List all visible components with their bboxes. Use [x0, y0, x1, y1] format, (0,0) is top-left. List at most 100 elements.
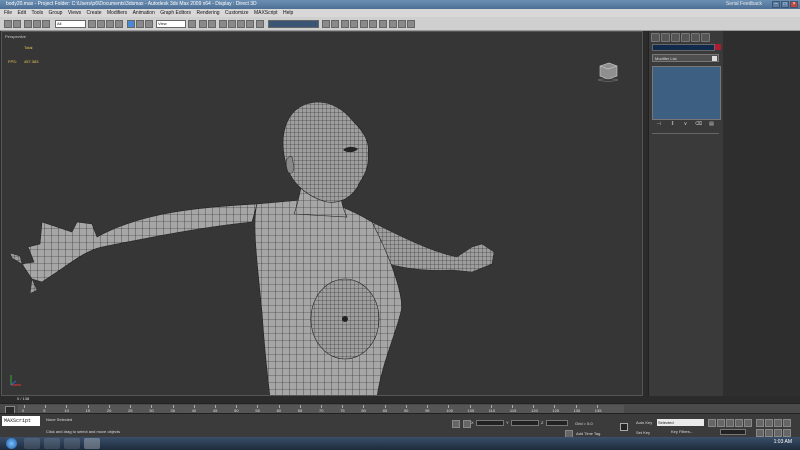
bind-spacewarp-icon[interactable]: [42, 20, 50, 28]
hierarchy-tab-icon[interactable]: [671, 33, 680, 42]
zoom-all-icon[interactable]: [783, 419, 791, 427]
quick-render-icon[interactable]: [407, 20, 415, 28]
redo-icon[interactable]: [13, 20, 21, 28]
align-icon[interactable]: [331, 20, 339, 28]
menu-group[interactable]: Group: [49, 10, 63, 16]
keyboard-shortcut-icon[interactable]: [208, 20, 216, 28]
object-name-field[interactable]: [652, 44, 715, 51]
modifier-list-dropdown[interactable]: Modifier List: [652, 54, 719, 62]
schematic-view-icon[interactable]: [369, 20, 377, 28]
menu-maxscript[interactable]: MAXScript: [254, 10, 278, 16]
select-by-name-icon[interactable]: [97, 20, 105, 28]
undo-icon[interactable]: [4, 20, 12, 28]
taskbar-explorer-icon[interactable]: [44, 438, 60, 449]
pivot-center-icon[interactable]: [188, 20, 196, 28]
configure-modifier-sets-icon[interactable]: ▤: [708, 122, 715, 127]
render-setup-icon[interactable]: [389, 20, 397, 28]
show-end-result-icon[interactable]: ‖: [669, 122, 676, 127]
window-crossing-icon[interactable]: [115, 20, 123, 28]
pan-icon[interactable]: [756, 419, 764, 427]
maxscript-listener[interactable]: MAXScript: [2, 416, 40, 426]
close-icon[interactable]: ×: [790, 1, 798, 8]
percent-snap-icon[interactable]: [237, 20, 245, 28]
female-body-wireframe-model[interactable]: [2, 32, 643, 396]
taskbar-3dsmax-icon[interactable]: [84, 438, 100, 449]
play-icon[interactable]: [726, 419, 734, 427]
select-scale-icon[interactable]: [145, 20, 153, 28]
unlink-icon[interactable]: [33, 20, 41, 28]
arc-rotate-icon[interactable]: [774, 429, 782, 437]
spinner-snap-icon[interactable]: [246, 20, 254, 28]
go-to-start-icon[interactable]: [708, 419, 716, 427]
remove-modifier-icon[interactable]: ⌫: [695, 122, 702, 127]
motion-tab-icon[interactable]: [681, 33, 690, 42]
material-editor-icon[interactable]: [379, 20, 387, 28]
menu-create[interactable]: Create: [86, 10, 101, 16]
modify-tab-icon[interactable]: [661, 33, 670, 42]
go-to-end-icon[interactable]: [744, 419, 752, 427]
menu-help[interactable]: Help: [283, 10, 293, 16]
display-tab-icon[interactable]: [691, 33, 700, 42]
serial-feedback[interactable]: Serial Feedback: [726, 0, 762, 9]
make-unique-icon[interactable]: ∨: [682, 122, 689, 127]
next-frame-icon[interactable]: [735, 419, 743, 427]
key-filters-button[interactable]: Key Filters...: [671, 429, 693, 434]
snaps-toggle-icon[interactable]: [219, 20, 227, 28]
angle-snap-icon[interactable]: [228, 20, 236, 28]
lock-selection-icon[interactable]: [452, 420, 460, 428]
system-clock[interactable]: 1:03 AM: [774, 439, 792, 445]
taskbar-media-icon[interactable]: [64, 438, 80, 449]
menu-graph-editors[interactable]: Graph Editors: [160, 10, 191, 16]
maximize-viewport-icon[interactable]: [783, 429, 791, 437]
region-select-icon[interactable]: [106, 20, 114, 28]
y-coordinate-field[interactable]: [511, 420, 539, 426]
auto-key-button[interactable]: Auto Key: [636, 420, 652, 425]
x-coordinate-field[interactable]: [476, 420, 504, 426]
maximize-icon[interactable]: □: [781, 1, 789, 8]
menu-animation[interactable]: Animation: [133, 10, 155, 16]
z-coordinate-field[interactable]: [546, 420, 568, 426]
minimize-icon[interactable]: –: [772, 1, 780, 8]
menu-file[interactable]: File: [4, 10, 12, 16]
menu-tools[interactable]: Tools: [31, 10, 43, 16]
walk-through-icon[interactable]: [765, 429, 773, 437]
utilities-tab-icon[interactable]: [701, 33, 710, 42]
absolute-mode-icon[interactable]: [463, 420, 471, 428]
previous-frame-icon[interactable]: [717, 419, 725, 427]
menu-views[interactable]: Views: [68, 10, 81, 16]
perspective-viewport[interactable]: Perspective Total FPS: 457.383: [1, 31, 643, 396]
time-slider-position[interactable]: 0 / 138: [17, 396, 29, 401]
selection-filter-dropdown[interactable]: All: [55, 20, 86, 28]
menu-rendering[interactable]: Rendering: [196, 10, 219, 16]
set-key-button[interactable]: Set Key: [636, 430, 650, 435]
viewcube-icon[interactable]: [597, 60, 619, 82]
timeline-track[interactable]: 0 5 10 15 20 25 30 35 40 45 50 55 60 65 70 75 80 85 90 95 10…: [18, 405, 624, 413]
add-time-tag[interactable]: Add Time Tag: [576, 431, 600, 436]
current-frame-field[interactable]: [720, 429, 746, 435]
start-button-icon[interactable]: [6, 438, 17, 449]
named-selection-field[interactable]: [268, 20, 319, 28]
select-object-icon[interactable]: [88, 20, 96, 28]
key-mode-dropdown[interactable]: Selected: [657, 419, 704, 426]
edit-named-selection-icon[interactable]: [256, 20, 264, 28]
layer-manager-icon[interactable]: [341, 20, 349, 28]
pin-stack-icon[interactable]: ⊣: [655, 122, 662, 127]
key-icon[interactable]: [620, 423, 628, 431]
menu-customize[interactable]: Customize: [225, 10, 249, 16]
rendered-frame-window-icon[interactable]: [398, 20, 406, 28]
select-manipulate-icon[interactable]: [199, 20, 207, 28]
field-of-view-icon[interactable]: [756, 429, 764, 437]
link-icon[interactable]: [24, 20, 32, 28]
zoom-icon[interactable]: [774, 419, 782, 427]
select-move-icon[interactable]: [127, 20, 135, 28]
graphite-tools-icon[interactable]: [350, 20, 358, 28]
orbit-icon[interactable]: [765, 419, 773, 427]
select-rotate-icon[interactable]: [136, 20, 144, 28]
curve-editor-icon[interactable]: [360, 20, 368, 28]
taskbar-ie-icon[interactable]: [24, 438, 40, 449]
ref-coord-dropdown[interactable]: View: [156, 20, 186, 28]
menu-modifiers[interactable]: Modifiers: [107, 10, 127, 16]
mirror-icon[interactable]: [322, 20, 330, 28]
menu-edit[interactable]: Edit: [17, 10, 26, 16]
create-tab-icon[interactable]: [651, 33, 660, 42]
